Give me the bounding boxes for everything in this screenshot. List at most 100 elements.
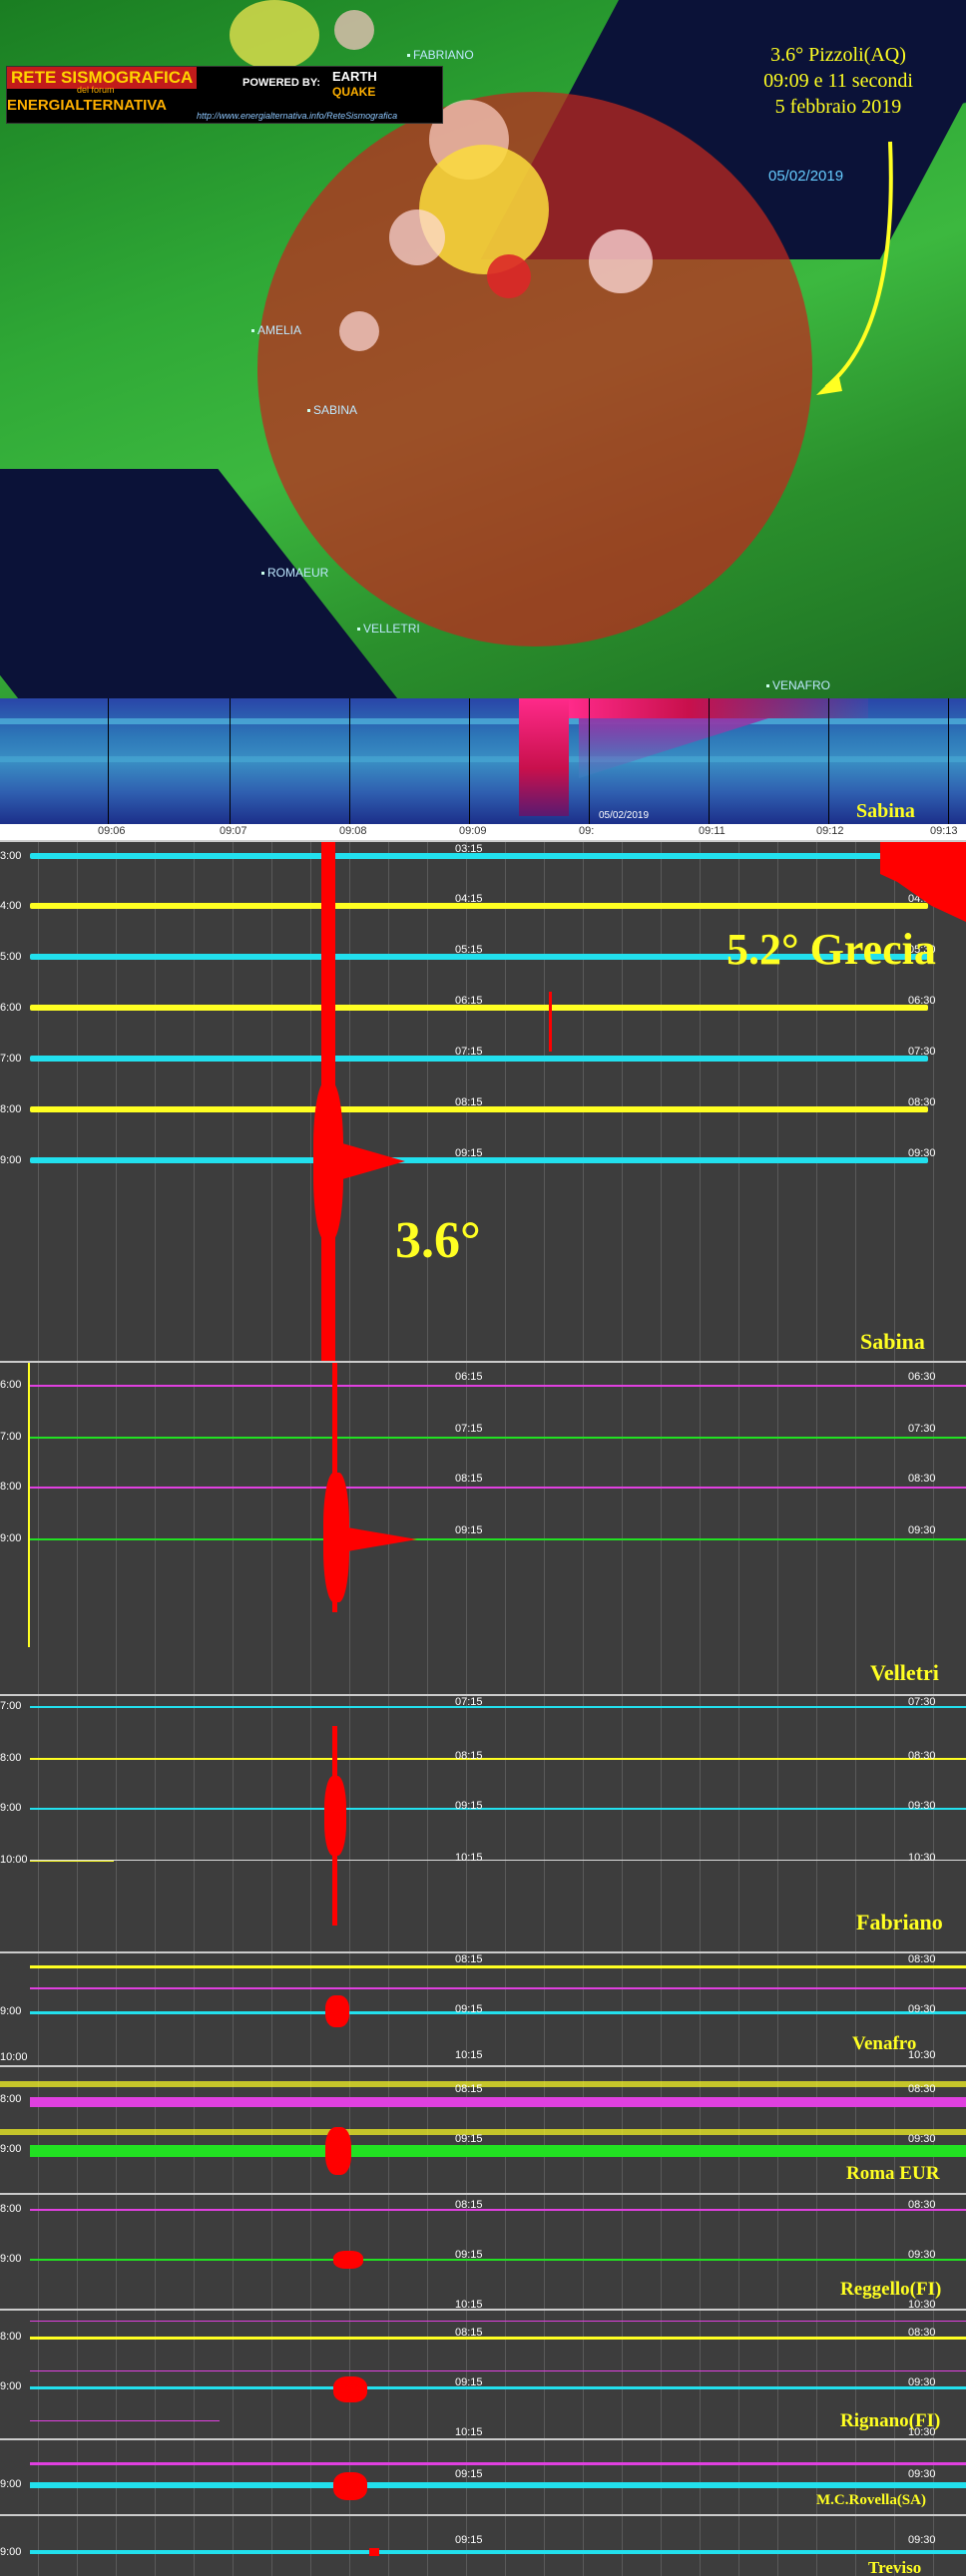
time-label: 06:30	[908, 1371, 936, 1383]
time-axis: 09:06 09:07 09:08 09:09 09: 09:11 09:12 …	[0, 824, 966, 840]
time-label: 09:15	[455, 2534, 483, 2546]
station-name: M.C.Rovella(SA)	[816, 2492, 926, 2508]
trace	[30, 1758, 966, 1760]
time-label: 08:15	[455, 1953, 483, 1965]
time-label: 08:30	[908, 1750, 936, 1762]
station-name: Fabriano	[856, 1910, 943, 1934]
seismogram-rignano: 8:00 9:00 08:15 09:15 10:15 08:30 09:30 …	[0, 2309, 966, 2440]
trace	[30, 1437, 966, 1439]
time-label: 08:30	[908, 1953, 936, 1965]
station-name: Venafro	[852, 2033, 917, 2054]
station-name: Reggello(FI)	[840, 2279, 942, 2300]
seismogram-treviso: 9:00 09:15 09:30 Treviso	[0, 2514, 966, 2576]
logo-subtitle: del forum	[77, 85, 115, 95]
time-label: 09:30	[908, 2534, 936, 2546]
seismogram-fabriano: 7:00 8:00 9:00 10:00 07:15 08:15 09:15 1…	[0, 1694, 966, 1953]
time-label: 08:30	[908, 2083, 936, 2095]
station-name: Treviso	[868, 2558, 922, 2576]
trace	[30, 2462, 966, 2465]
quake-waveform	[333, 2251, 363, 2269]
town-label: VENAFRO	[766, 678, 830, 692]
time-tick: 09:13	[930, 825, 958, 837]
time-label: 09:30	[908, 1524, 936, 1536]
time-tick: 09:06	[98, 825, 126, 837]
trace	[30, 1538, 966, 1540]
time-label: 10:15	[455, 1852, 483, 1864]
row-label: 5:00	[0, 951, 22, 963]
time-label: 08:30	[908, 1473, 936, 1485]
trace	[30, 2011, 966, 2014]
town-label: VELLETRI	[357, 622, 420, 636]
row-label: 9:00	[0, 1532, 22, 1544]
time-label: 10:15	[455, 2426, 483, 2438]
quake-marker	[230, 0, 319, 70]
spectrogram-date: 05/02/2019	[599, 810, 650, 821]
row-label: 9:00	[0, 2546, 22, 2558]
station-name: Rignano(FI)	[840, 2410, 941, 2431]
time-label: 07:15	[455, 1696, 483, 1708]
row-label: 9:00	[0, 2253, 22, 2265]
row-label: 10:00	[0, 2051, 28, 2063]
trace	[0, 2129, 966, 2135]
row-label: 9:00	[0, 2005, 22, 2017]
trace	[30, 1987, 966, 1989]
trace	[30, 1808, 966, 1810]
time-label: 08:15	[455, 1473, 483, 1485]
row-label: 8:00	[0, 2331, 22, 2343]
trace	[30, 2259, 966, 2261]
seismogram-mcrovella: 9:00 09:15 09:30 M.C.Rovella(SA)	[0, 2438, 966, 2516]
time-label: 09:30	[908, 2249, 936, 2261]
quake-waveform	[333, 2376, 367, 2402]
time-label: 07:30	[908, 1696, 936, 1708]
row-label: 6:00	[0, 1002, 22, 1014]
spectrogram-burst	[519, 698, 569, 816]
time-label: 09:30	[908, 2003, 936, 2015]
time-label: 08:30	[908, 1096, 936, 1108]
quake-waveform	[325, 2127, 351, 2175]
network-logo: RETE SISMOGRAFICA del forum ENERGIALTERN…	[6, 66, 443, 124]
time-label: 10:30	[908, 1852, 936, 1864]
time-label: 06:15	[455, 1371, 483, 1383]
time-label: 09:15	[455, 1147, 483, 1159]
time-label: 07:15	[455, 1423, 483, 1435]
time-tick: 09:08	[339, 825, 367, 837]
time-tick: 09:07	[220, 825, 247, 837]
time-label: 08:30	[908, 2327, 936, 2339]
seismogram-romaeur: 8:00 9:00 08:15 09:15 08:30 09:30 Roma E…	[0, 2065, 966, 2195]
quake-marker	[389, 210, 445, 265]
row-label: 8:00	[0, 2203, 22, 2215]
time-label: 05:15	[455, 944, 483, 956]
quake-waveform	[325, 1995, 349, 2027]
time-label: 09:30	[908, 1147, 936, 1159]
time-label: 07:15	[455, 1046, 483, 1058]
time-label: 08:15	[455, 1096, 483, 1108]
town-label: FABRIANO	[407, 48, 474, 62]
seismogram-reggello: 8:00 9:00 08:15 09:15 10:15 08:30 09:30 …	[0, 2193, 966, 2311]
row-label: 9:00	[0, 2143, 22, 2155]
time-label: 07:30	[908, 1046, 936, 1058]
seismogram-venafro: 9:00 10:00 08:15 09:15 10:15 08:30 09:30…	[0, 1951, 966, 2067]
row-label: 10:00	[0, 1854, 28, 1866]
row-label: 9:00	[0, 2380, 22, 2392]
quake-marker	[487, 254, 531, 298]
row-label: 6:00	[0, 1379, 22, 1391]
trace	[30, 1385, 966, 1387]
row-label: 8:00	[0, 1481, 22, 1493]
spectrogram-station: Sabina	[856, 800, 915, 822]
arrow-icon	[816, 141, 893, 395]
seismogram-velletri: 6:00 7:00 8:00 9:00 06:15 07:15 08:15 09…	[0, 1361, 966, 1696]
row-label: 4:00	[0, 900, 22, 912]
quake-marker	[334, 10, 374, 50]
time-tick: 09:12	[816, 825, 844, 837]
logo-url: http://www.energialternativa.info/ReteSi…	[197, 111, 398, 121]
time-label: 06:30	[908, 995, 936, 1007]
time-label: 09:15	[455, 2468, 483, 2480]
time-label: 09:30	[908, 2376, 936, 2388]
time-label: 09:30	[908, 2468, 936, 2480]
trace	[30, 2209, 966, 2211]
event-time: 09:09 e 11 secondi	[763, 70, 913, 92]
time-tick: 09:09	[459, 825, 487, 837]
time-label: 09:15	[455, 2376, 483, 2388]
time-label: 07:30	[908, 1423, 936, 1435]
time-label: 09:15	[455, 1800, 483, 1812]
